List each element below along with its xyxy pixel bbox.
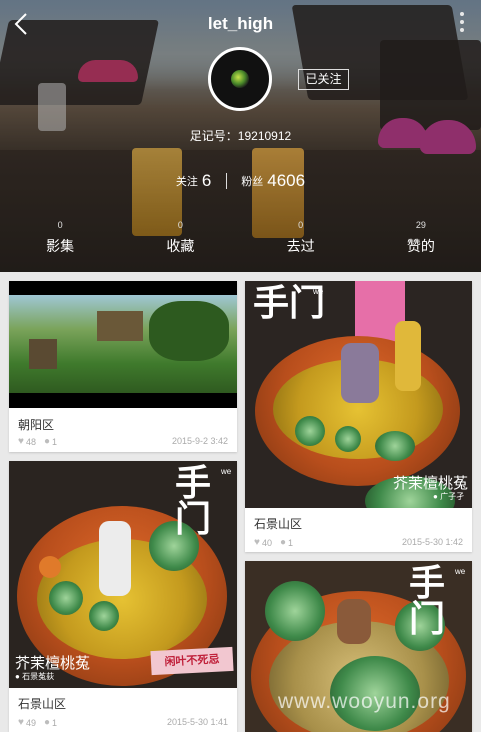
card-place: 石景山区: [18, 697, 67, 711]
comment-icon[interactable]: ●: [280, 537, 286, 548]
card-time: 2015-9-2 3:42: [171, 436, 228, 446]
succulent: [265, 581, 325, 641]
following-count: 6: [201, 171, 212, 190]
heart-icon[interactable]: ♥: [254, 537, 260, 548]
overlay-sub: ● 石景菟荻: [15, 671, 54, 682]
brand-logo-we: we: [455, 567, 466, 576]
hut: [97, 311, 143, 341]
following-stat[interactable]: 关注 6: [175, 171, 216, 190]
bear-figurine: [337, 599, 371, 644]
tab-count: 29: [415, 220, 426, 230]
comment-count: 1: [52, 717, 58, 728]
follow-stats: 关注 6 粉丝 4606: [0, 171, 481, 191]
overlay-text: 芥茉檀桃菟: [15, 655, 91, 672]
tab-label: 影集: [46, 238, 75, 254]
succulent: [49, 581, 83, 615]
succulent: [89, 601, 119, 631]
card-photo: 手门 we 芥茉檀桃菟 ● 广子孑: [245, 281, 472, 508]
like-count: 40: [261, 537, 272, 548]
camera-lens-icon: [231, 70, 249, 88]
succulent: [335, 426, 361, 452]
photo-card[interactable]: 朝阳区 ♥ 48 ● 1 2015-9-2 3:42: [9, 281, 237, 452]
user-id: 足记号：19210912: [189, 129, 292, 143]
succulent: [295, 416, 325, 446]
stats-divider: [225, 173, 227, 189]
tab-visited[interactable]: 0 去过: [241, 220, 361, 264]
card-photo: 手门 we 芥茉檀桃菟 ● 石景菟荻 闲叶不死忌: [9, 461, 237, 688]
fans-count: 4606: [267, 171, 306, 190]
heart-icon[interactable]: ♥: [18, 436, 24, 447]
card-meta: ♥ 49 ● 1: [18, 717, 65, 728]
comment-icon[interactable]: ●: [44, 717, 50, 728]
card-time: 2015-5-30 1:41: [166, 717, 228, 727]
tab-count: 0: [298, 220, 304, 230]
tab-albums[interactable]: 0 影集: [0, 220, 120, 264]
trees: [149, 301, 229, 361]
brand-logo-we: we: [313, 287, 324, 296]
overlay-sub: ● 广子孑: [433, 491, 464, 502]
tab-liked[interactable]: 29 赞的: [361, 220, 481, 264]
card-meta: ♥ 48 ● 1: [18, 436, 65, 447]
card-photo: [9, 281, 237, 408]
location-pin-icon: ●: [433, 492, 438, 501]
location-pin-icon: ●: [15, 672, 20, 681]
cat-figurine: [341, 343, 379, 403]
card-meta: ♥ 40 ● 1: [254, 537, 301, 548]
succulent: [375, 431, 415, 461]
overlay-sub-text: 广子孑: [440, 492, 465, 501]
heart-icon[interactable]: ♥: [18, 717, 24, 728]
watermark: www.wooyun.org: [278, 690, 451, 713]
card-place: 石景山区: [254, 517, 303, 531]
following-label: 关注: [175, 176, 198, 188]
brand-logo-we: we: [221, 467, 232, 476]
fans-label: 粉丝: [241, 176, 264, 188]
handwritten-sign: 闲叶不死忌: [150, 646, 234, 676]
overlay-text: 芥茉檀桃菟: [393, 475, 469, 492]
profile-tabs: 0 影集 0 收藏 0 去过 29 赞的: [0, 220, 481, 264]
follow-button[interactable]: 已关注: [298, 69, 349, 90]
rabbit-figurine: [99, 521, 131, 596]
fans-stat[interactable]: 粉丝 4606: [241, 171, 306, 190]
photo-card[interactable]: 手门 we 芥茉檀桃菟 ● 广子孑 石景山区 ♥ 40 ● 1 2015-5-30 …: [245, 281, 472, 552]
comment-icon[interactable]: ●: [44, 436, 50, 447]
like-count: 48: [25, 436, 36, 447]
tab-label: 去过: [286, 238, 315, 254]
like-count: 49: [25, 717, 36, 728]
giraffe-figurine: [395, 321, 421, 391]
card-place: 朝阳区: [18, 418, 55, 432]
hut: [29, 339, 57, 369]
tab-count: 0: [57, 220, 63, 230]
card-time: 2015-5-30 1:42: [401, 537, 463, 547]
tab-label: 收藏: [166, 238, 195, 254]
avatar[interactable]: [208, 47, 272, 111]
overlay-sub-text: 石景菟荻: [22, 672, 55, 681]
tab-label: 赞的: [406, 238, 435, 254]
orange-figurine: [39, 556, 61, 578]
tab-favorites[interactable]: 0 收藏: [120, 220, 240, 264]
photo-card[interactable]: 手门 we 芥茉檀桃菟 ● 石景菟荻 闲叶不死忌 石景山区 ♥ 49 ● 1 201…: [9, 461, 237, 732]
page-title: let_high: [207, 14, 274, 33]
tab-count: 0: [177, 220, 183, 230]
comment-count: 1: [288, 537, 294, 548]
profile-header: let_high 已关注 足记号：19210912 关注 6 粉丝 4606 0 影…: [0, 0, 481, 272]
comment-count: 1: [52, 436, 58, 447]
